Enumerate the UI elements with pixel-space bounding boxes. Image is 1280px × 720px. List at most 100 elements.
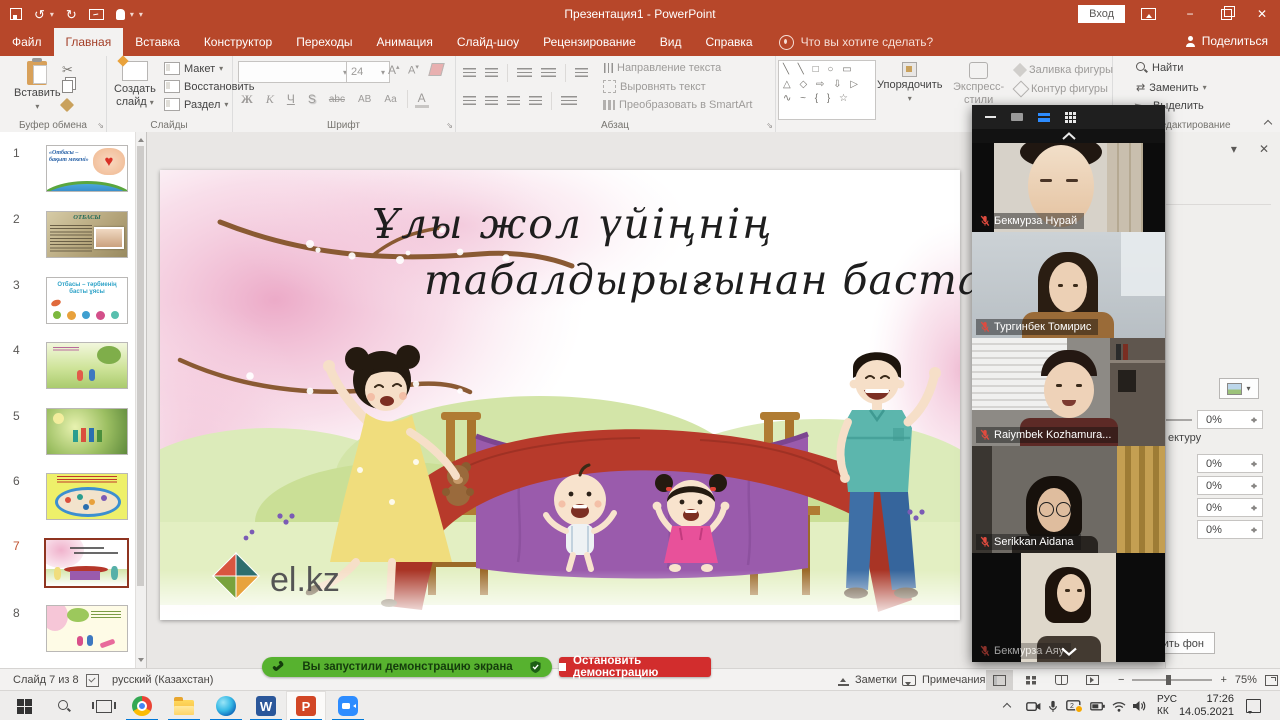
current-slide[interactable]: el.kz Ұлы жол үйіңнің табалдырығынан бас…: [160, 170, 960, 620]
participant-video-5[interactable]: Бекмурза Аяу: [972, 553, 1165, 662]
shrink-font-button[interactable]: А▾: [408, 63, 419, 77]
section-button[interactable]: Раздел▾: [164, 98, 228, 111]
paragraph-dialog-launcher-icon[interactable]: ⇘: [766, 121, 773, 130]
tab-slideshow[interactable]: Слайд-шоу: [445, 28, 531, 56]
justify-icon[interactable]: [529, 96, 542, 106]
thumbnail-slide-4[interactable]: [46, 342, 128, 389]
spinner-updown-icon[interactable]: [1250, 501, 1259, 515]
zoom-scroll-up[interactable]: [972, 129, 1165, 143]
tab-design[interactable]: Конструктор: [192, 28, 284, 56]
zoom-scroll-down[interactable]: [1060, 643, 1078, 661]
collapse-ribbon-icon[interactable]: [1264, 118, 1272, 126]
shapes-gallery[interactable]: ╲ ╲ □ ○ ▭ △ ◇ ⇨ ⇩ ▷ ∿ ~ { } ☆: [778, 60, 876, 120]
participant-video-4[interactable]: Serikkan Aidana: [972, 446, 1165, 553]
find-button[interactable]: Найти: [1136, 62, 1183, 74]
char-spacing-button[interactable]: АВ: [355, 94, 374, 105]
paste-button[interactable]: Вставить ▾: [14, 61, 61, 111]
columns-icon[interactable]: [561, 96, 577, 106]
transparency-spinner[interactable]: 0%: [1197, 410, 1263, 429]
pane-options-caret-icon[interactable]: ▾: [1231, 142, 1237, 156]
accessibility-button[interactable]: [86, 669, 99, 691]
bold-button[interactable]: Ж: [238, 92, 256, 107]
spinner-updown-icon[interactable]: [1250, 413, 1259, 427]
font-name-combo[interactable]: ▾: [238, 61, 352, 83]
offset-y-spinner[interactable]: 0%: [1197, 476, 1263, 495]
thumbnail-slide-6[interactable]: [46, 473, 128, 520]
smartart-button[interactable]: Преобразовать в SmartArt: [603, 99, 752, 111]
zoom-speaker-view-icon[interactable]: [1011, 113, 1023, 121]
spinner-updown-icon[interactable]: [1250, 479, 1259, 493]
minimize-button[interactable]: −: [1172, 0, 1208, 28]
align-right-icon[interactable]: [507, 96, 520, 106]
texture-picker-button[interactable]: ▾: [1219, 378, 1259, 399]
normal-view-button[interactable]: [986, 670, 1013, 691]
login-button[interactable]: Вход: [1078, 5, 1125, 23]
zoom-gallery-view-icon[interactable]: [1038, 113, 1050, 122]
scroll-up-icon[interactable]: [138, 135, 144, 142]
taskbar-powerpoint-active[interactable]: P: [286, 691, 326, 720]
reading-view-button[interactable]: [1048, 670, 1075, 691]
thumbnail-slide-5[interactable]: [46, 408, 128, 455]
tray-camera[interactable]: [1026, 691, 1041, 720]
change-case-button[interactable]: Аа: [381, 94, 399, 105]
thumbnail-slide-2[interactable]: ОТБАСЫ: [46, 211, 128, 258]
zoom-minimize-icon[interactable]: [985, 116, 996, 118]
slide-sorter-view-button[interactable]: [1017, 670, 1044, 691]
tab-review[interactable]: Рецензирование: [531, 28, 648, 56]
thumbnail-slide-7[interactable]: [44, 538, 129, 588]
numbered-list-icon[interactable]: [485, 68, 498, 78]
decrease-indent-icon[interactable]: [517, 68, 532, 78]
thumbnail-scrollbar[interactable]: [135, 132, 146, 668]
quick-styles-button[interactable]: Экспресс-стили: [953, 62, 1004, 106]
line-spacing-icon[interactable]: [575, 68, 588, 78]
fit-to-window-icon[interactable]: [1265, 675, 1278, 686]
taskbar-file-explorer[interactable]: [164, 691, 204, 720]
font-color-button[interactable]: А: [415, 91, 429, 108]
slideshow-view-button[interactable]: [1079, 670, 1106, 691]
shape-fill-button[interactable]: Заливка фигуры: [1015, 64, 1113, 76]
clipboard-dialog-launcher-icon[interactable]: ⇘: [97, 121, 104, 130]
clear-formatting-icon[interactable]: [428, 63, 444, 76]
participant-video-2[interactable]: Тургинбек Томирис: [972, 232, 1165, 338]
spinner-updown-icon[interactable]: [1250, 523, 1259, 537]
new-slide-button[interactable]: Создатьслайд ▾: [114, 61, 156, 108]
language-indicator[interactable]: РУС КК: [1157, 691, 1177, 720]
taskbar-chrome[interactable]: [122, 691, 162, 720]
ribbon-display-options-icon[interactable]: [1141, 8, 1156, 20]
stop-share-button[interactable]: Остановить демонстрацию: [559, 657, 711, 677]
tab-view[interactable]: Вид: [648, 28, 694, 56]
clock[interactable]: 17:26 14.05.2021: [1188, 691, 1234, 720]
tray-battery[interactable]: [1090, 691, 1105, 720]
zoom-slider[interactable]: [1132, 679, 1212, 681]
offset-x-spinner[interactable]: 0%: [1197, 454, 1263, 473]
layout-button[interactable]: Макет▾: [164, 62, 223, 75]
tray-wifi[interactable]: [1112, 691, 1126, 720]
tray-screen-share[interactable]: 2: [1066, 691, 1081, 720]
increase-indent-icon[interactable]: [541, 68, 556, 78]
zoom-grid-view-icon[interactable]: [1065, 112, 1076, 123]
scrollbar-thumb[interactable]: [137, 146, 144, 586]
zoom-meeting-window[interactable]: Бекмурза Нурай Тургинбек Томирис: [972, 105, 1165, 662]
participant-video-3[interactable]: Raiymbek Kozhamura...: [972, 338, 1165, 446]
align-text-button[interactable]: Выровнять текст: [603, 80, 706, 93]
taskbar-search-button[interactable]: [44, 691, 84, 720]
align-left-icon[interactable]: [463, 96, 476, 106]
transparency-slider[interactable]: [1166, 419, 1192, 421]
close-button[interactable]: ✕: [1244, 0, 1280, 28]
italic-button[interactable]: К: [263, 92, 277, 107]
arrange-button[interactable]: Упорядочить ▾: [877, 62, 942, 103]
text-direction-button[interactable]: Направление текста: [603, 62, 721, 74]
shape-outline-button[interactable]: Контур фигуры: [1015, 83, 1108, 95]
action-center-button[interactable]: [1246, 691, 1261, 720]
start-button[interactable]: [4, 691, 44, 720]
thumbnail-slide-1[interactable]: «Отбасы – бақыт мекені» ♥: [46, 145, 128, 192]
underline-button[interactable]: Ч: [284, 92, 298, 106]
taskbar-zoom[interactable]: [328, 691, 368, 720]
format-painter-icon[interactable]: [60, 98, 74, 112]
grow-font-button[interactable]: А▴: [388, 63, 400, 77]
tell-me-box[interactable]: Что вы хотите сделать?: [769, 28, 944, 56]
tab-transitions[interactable]: Переходы: [284, 28, 364, 56]
tab-help[interactable]: Справка: [693, 28, 764, 56]
tab-file[interactable]: Файл: [0, 28, 54, 56]
thumbnail-slide-3[interactable]: Отбасы – тәрбиенің басты ұясы: [46, 277, 128, 324]
